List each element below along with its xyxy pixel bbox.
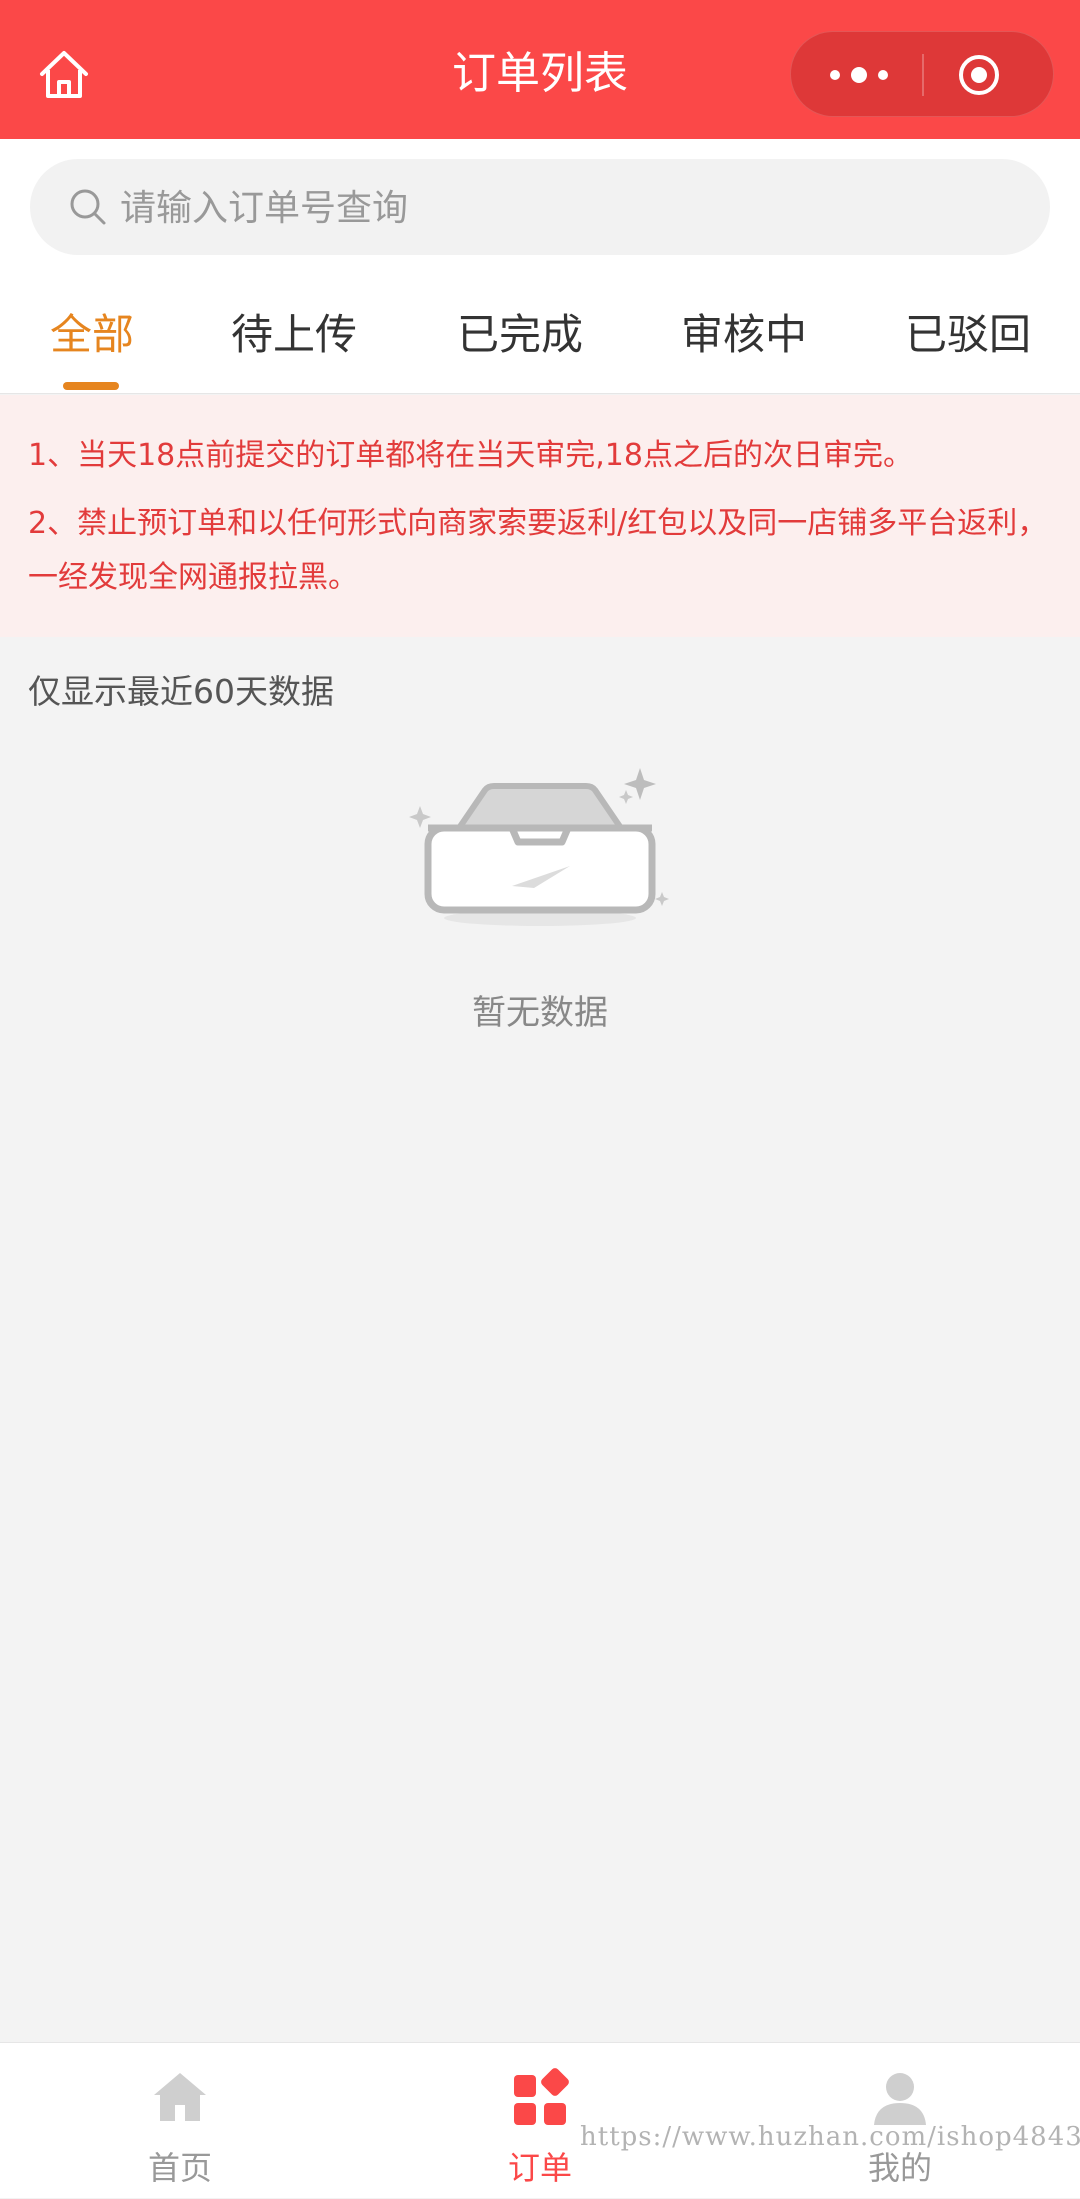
target-close-icon[interactable] bbox=[957, 53, 1001, 97]
search-and-tabs: 全部 待上传 已完成 审核中 已驳回 bbox=[0, 139, 1080, 394]
tab-pending-upload[interactable]: 待上传 bbox=[214, 277, 374, 393]
notice-panel: 1、当天18点前提交的订单都将在当天审完,18点之后的次日审完。 2、禁止预订单… bbox=[0, 395, 1080, 637]
empty-box-icon bbox=[409, 768, 669, 926]
tabs-divider bbox=[0, 393, 1080, 394]
mini-program-capsule bbox=[790, 31, 1054, 117]
search-icon bbox=[70, 189, 106, 225]
empty-text: 暂无数据 bbox=[472, 993, 608, 1033]
tabbar-item-mine[interactable]: 我的 bbox=[800, 2043, 1000, 2199]
tab-rejected[interactable]: 已驳回 bbox=[888, 277, 1048, 393]
status-tabs: 全部 待上传 已完成 审核中 已驳回 bbox=[0, 277, 1080, 393]
watermark: https://www.huzhan.com/ishop48431 bbox=[580, 2122, 1080, 2152]
top-nav-bar: 订单列表 bbox=[0, 0, 1080, 139]
home-filled-icon bbox=[154, 2073, 206, 2121]
search-box[interactable] bbox=[30, 159, 1050, 257]
tab-completed[interactable]: 已完成 bbox=[440, 277, 600, 393]
search-input[interactable] bbox=[118, 159, 1022, 257]
tabbar-label-home: 首页 bbox=[147, 2149, 212, 2187]
active-tab-indicator bbox=[63, 382, 119, 390]
range-tip: 仅显示最近60天数据 bbox=[28, 672, 334, 711]
order-grid-icon bbox=[514, 2068, 569, 2125]
notice-line-2: 2、禁止预订单和以任何形式向商家索要返利/红包以及同一店铺多平台返利，一经发现全… bbox=[28, 506, 1048, 595]
user-icon bbox=[874, 2073, 926, 2125]
tab-all[interactable]: 全部 bbox=[22, 277, 162, 393]
more-dots-icon[interactable] bbox=[819, 55, 899, 95]
tabbar-item-home[interactable]: 首页 bbox=[80, 2043, 280, 2199]
tabbar-item-order[interactable]: 订单 bbox=[440, 2043, 640, 2199]
tab-reviewing[interactable]: 审核中 bbox=[664, 277, 824, 393]
capsule-divider bbox=[922, 54, 924, 96]
notice-line-1: 1、当天18点前提交的订单都将在当天审完,18点之后的次日审完。 bbox=[28, 438, 913, 473]
bottom-tab-bar: 首页 订单 我的 bbox=[0, 2042, 1080, 2198]
